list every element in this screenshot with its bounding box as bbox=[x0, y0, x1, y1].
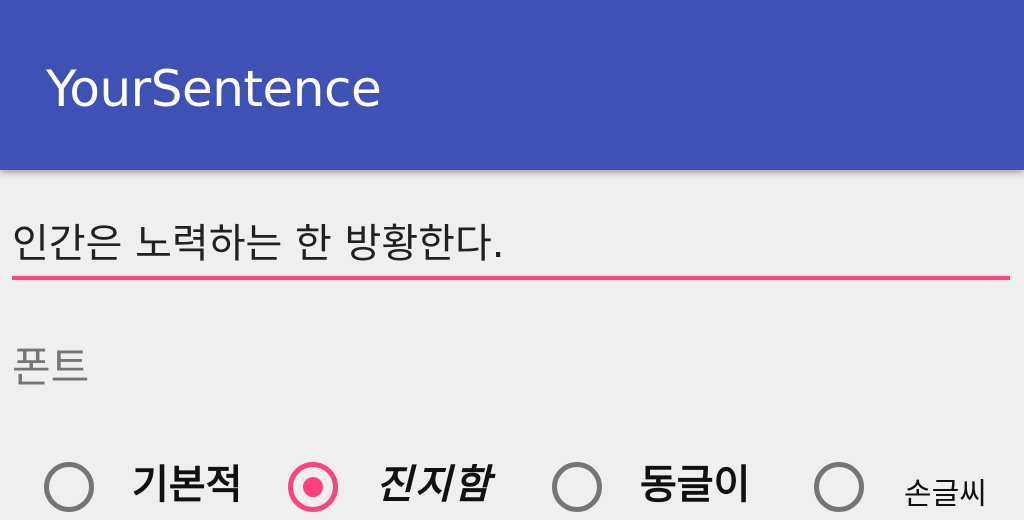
font-option-label: 기본적 bbox=[132, 462, 243, 508]
radio-unchecked-icon[interactable] bbox=[44, 462, 94, 512]
app-bar: YourSentence bbox=[0, 0, 1024, 170]
app-title: YourSentence bbox=[46, 60, 382, 118]
main-content: 폰트 기본적 진지함 동글이 손글씨 bbox=[0, 170, 1024, 512]
radio-unchecked-icon[interactable] bbox=[552, 462, 602, 512]
radio-checked-icon[interactable] bbox=[288, 462, 338, 512]
radio-unchecked-icon[interactable] bbox=[814, 462, 864, 512]
font-radio-group: 기본적 진지함 동글이 손글씨 bbox=[44, 458, 1024, 518]
sentence-input[interactable] bbox=[12, 210, 1010, 280]
font-option-label: 진지함 bbox=[376, 462, 493, 508]
font-section-label: 폰트 bbox=[12, 343, 90, 392]
font-option-label: 동글이 bbox=[640, 462, 751, 508]
font-option-label: 손글씨 bbox=[904, 477, 987, 512]
radio-dot bbox=[303, 477, 323, 497]
